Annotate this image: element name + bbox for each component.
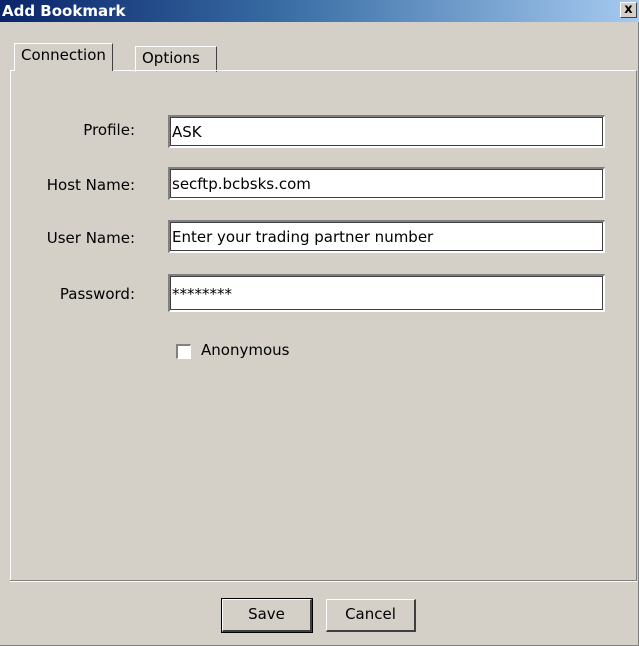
cancel-button[interactable]: Cancel: [326, 599, 416, 632]
save-button[interactable]: Save: [221, 598, 313, 633]
window-title: Add Bookmark: [2, 2, 126, 20]
title-bar[interactable]: Add Bookmark x: [0, 0, 639, 22]
tab-connection[interactable]: Connection: [14, 43, 113, 71]
close-button[interactable]: x: [620, 2, 637, 18]
close-icon: x: [624, 2, 633, 17]
connection-panel: [10, 70, 637, 580]
footer-separator: [10, 580, 637, 582]
tab-options[interactable]: Options: [135, 46, 217, 72]
add-bookmark-dialog: Add Bookmark x Connection Options Profil…: [0, 0, 639, 646]
